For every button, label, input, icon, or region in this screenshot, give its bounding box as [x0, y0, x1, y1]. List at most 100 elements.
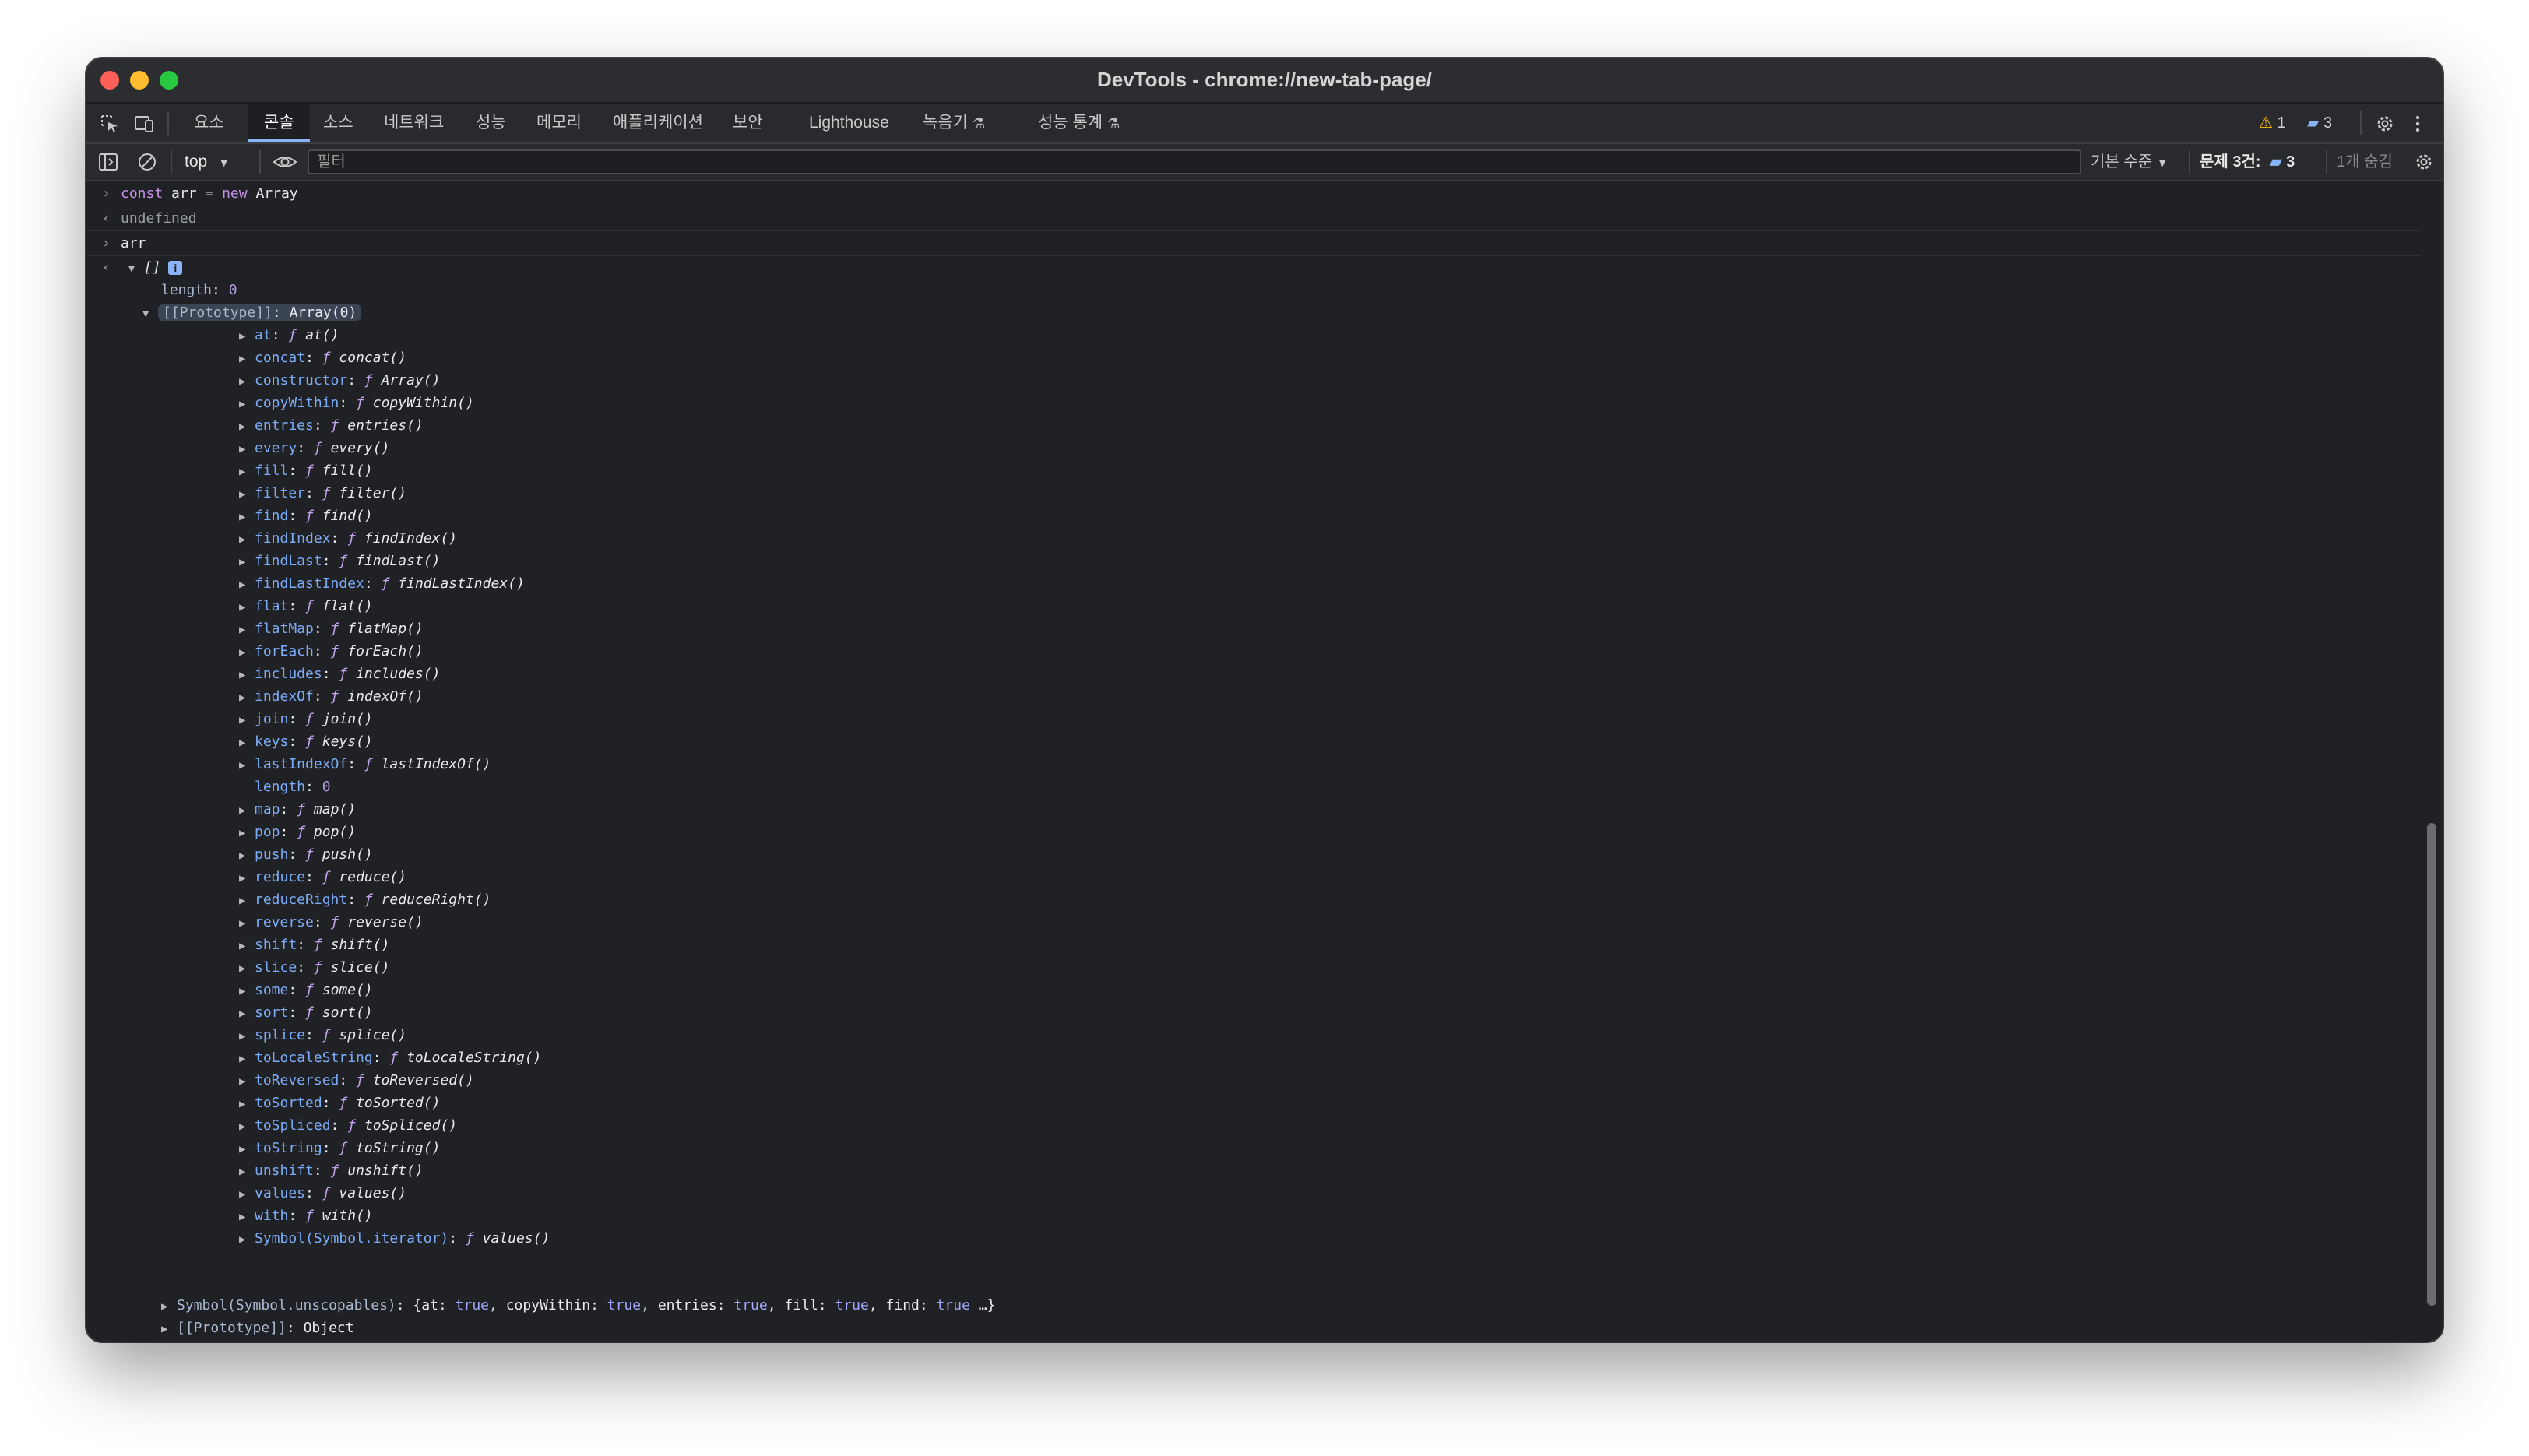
tab-lighthouse[interactable]: Lighthouse: [809, 104, 889, 142]
prototype-method-row[interactable]: ▶ Symbol(Symbol.iterator): ƒ values(): [239, 1227, 550, 1250]
function-signature: Array(): [381, 372, 441, 389]
javascript-context-select[interactable]: top ▼: [185, 149, 230, 175]
messages-counter[interactable]: ▰ 3: [2307, 111, 2332, 135]
tab-performance-insights[interactable]: 성능 통계 ⚗: [1038, 104, 1120, 142]
property-key: findLastIndex: [255, 575, 364, 592]
prototype-method-row[interactable]: ▶ entries: ƒ entries(): [239, 414, 424, 437]
prototype-method-row[interactable]: ▶ find: ƒ find(): [239, 505, 373, 527]
prototype-method-row[interactable]: ▶ map: ƒ map(): [239, 798, 356, 821]
prototype-method-row[interactable]: ▶ reverse: ƒ reverse(): [239, 911, 424, 934]
property-key: forEach: [255, 643, 314, 659]
collapsed-triangle-icon: ▶: [239, 804, 246, 817]
prototype-method-row[interactable]: ▶ sort: ƒ sort(): [239, 1001, 373, 1024]
prototype-method-row[interactable]: ▶ fill: ƒ fill(): [239, 459, 373, 482]
prototype-tag: [[Prototype]]: Array(0): [158, 304, 362, 321]
prototype-method-row[interactable]: ▶ indexOf: ƒ indexOf(): [239, 685, 424, 708]
inspect-element-icon[interactable]: [99, 113, 121, 135]
tab-network[interactable]: 네트워크: [384, 104, 444, 142]
tab-elements[interactable]: 요소: [194, 104, 224, 142]
prototype-method-row[interactable]: ▶ findIndex: ƒ findIndex(): [239, 527, 457, 550]
prototype-method-row[interactable]: ▶ includes: ƒ includes(): [239, 663, 440, 685]
prototype-method-row[interactable]: ▶ shift: ƒ shift(): [239, 934, 389, 956]
function-symbol: ƒ: [339, 553, 348, 569]
object-prototype-row[interactable]: ▶ [[Prototype]]: Object: [161, 1317, 354, 1339]
warnings-counter[interactable]: ⚠ 1: [2259, 111, 2286, 135]
collapsed-triangle-icon: ▶: [239, 1188, 246, 1201]
prototype-method-row[interactable]: ▶ concat: ƒ concat(): [239, 346, 406, 369]
prototype-method-row[interactable]: ▶ toLocaleString: ƒ toLocaleString(): [239, 1046, 541, 1069]
prototype-method-row[interactable]: ▶ findLast: ƒ findLast(): [239, 550, 440, 572]
prototype-method-row[interactable]: ▶ copyWithin: ƒ copyWithin(): [239, 392, 474, 414]
function-signature: slice(): [330, 959, 390, 976]
prototype-method-row[interactable]: ▶ reduce: ƒ reduce(): [239, 866, 406, 888]
issues-label: 문제 3건:: [2200, 153, 2261, 171]
live-expression-eye-icon[interactable]: [272, 151, 298, 173]
property-key: findIndex: [255, 530, 331, 547]
chevron-down-icon: ▼: [2156, 157, 2168, 170]
prototype-method-row[interactable]: ▶ values: ƒ values(): [239, 1182, 406, 1205]
prototype-method-row[interactable]: ▶ toReversed: ƒ toReversed(): [239, 1069, 474, 1092]
issues-button[interactable]: 문제 3건: ▰ 3: [2200, 149, 2295, 175]
property-key: reduce: [255, 869, 306, 885]
prototype-method-row[interactable]: ▶ keys: ƒ keys(): [239, 730, 373, 753]
prototype-method-row[interactable]: ▶ toSpliced: ƒ toSpliced(): [239, 1114, 457, 1137]
prototype-method-row[interactable]: ▶ with: ƒ with(): [239, 1205, 373, 1227]
console-scrollbar-thumb[interactable]: [2427, 823, 2436, 1306]
prototype-method-row[interactable]: ▶ reduceRight: ƒ reduceRight(): [239, 888, 491, 911]
prototype-method-row[interactable]: ▶ unshift: ƒ unshift(): [239, 1159, 424, 1182]
console-input-entry[interactable]: › const arr = new Array: [86, 181, 2421, 206]
clear-console-icon[interactable]: [136, 151, 158, 173]
prototype-method-row[interactable]: ▶ splice: ƒ splice(): [239, 1024, 406, 1046]
prototype-method-row[interactable]: ▶ slice: ƒ slice(): [239, 956, 389, 979]
prototype-method-row[interactable]: ▶ at: ƒ at(): [239, 324, 339, 346]
device-toolbar-icon[interactable]: [133, 113, 155, 135]
prototype-method-row[interactable]: ▶ toSorted: ƒ toSorted(): [239, 1092, 440, 1114]
tab-security[interactable]: 보안: [733, 104, 763, 142]
console-input-entry[interactable]: › arr: [86, 231, 2421, 256]
property-key: reverse: [255, 914, 314, 930]
tab-application[interactable]: 애플리케이션: [613, 104, 703, 142]
prototype-method-row[interactable]: ▶ lastIndexOf: ƒ lastIndexOf(): [239, 753, 491, 775]
prototype-row[interactable]: ▼ [[Prototype]]: Array(0): [142, 301, 362, 324]
tab-console[interactable]: 콘솔: [248, 104, 310, 142]
prototype-method-row[interactable]: ▶ some: ƒ some(): [239, 979, 373, 1001]
prototype-method-row[interactable]: ▶ flat: ƒ flat(): [239, 595, 373, 617]
prototype-method-row[interactable]: ▶ findLastIndex: ƒ findLastIndex(): [239, 572, 525, 595]
prototype-method-row[interactable]: ▶ pop: ƒ pop(): [239, 821, 356, 843]
prototype-method-row[interactable]: ▶ every: ƒ every(): [239, 437, 389, 459]
prototype-method-row[interactable]: ▶ flatMap: ƒ flatMap(): [239, 617, 424, 640]
collapsed-triangle-icon: ▶: [239, 1030, 246, 1043]
object-ellipsis: …}: [978, 1297, 996, 1314]
settings-gear-icon[interactable]: [2374, 113, 2396, 135]
show-sidebar-icon[interactable]: [97, 151, 119, 173]
filter-input[interactable]: [308, 149, 2081, 174]
log-levels-select[interactable]: 기본 수준 ▼: [2091, 149, 2168, 175]
tab-performance[interactable]: 성능: [476, 104, 506, 142]
more-options-icon[interactable]: [2407, 113, 2429, 135]
property-key: [[Prototype]]: [163, 304, 273, 321]
collapsed-triangle-icon: ▶: [239, 330, 246, 343]
property-key: flatMap: [255, 621, 314, 637]
function-signature: sort(): [322, 1004, 373, 1021]
console-settings-gear-icon[interactable]: [2413, 151, 2435, 173]
tab-memory[interactable]: 메모리: [536, 104, 582, 142]
prototype-method-row[interactable]: ▶ push: ƒ push(): [239, 843, 373, 866]
function-signature: at(): [305, 327, 339, 343]
prototype-method-row[interactable]: ▶ forEach: ƒ forEach(): [239, 640, 424, 663]
property-key: slice: [255, 959, 297, 976]
tab-recorder[interactable]: 녹음기 ⚗: [923, 104, 985, 142]
prototype-method-row[interactable]: ▶ filter: ƒ filter(): [239, 482, 406, 505]
property-key: shift: [255, 937, 297, 953]
prototype-method-row[interactable]: ▶ toString: ƒ toString(): [239, 1137, 440, 1159]
property-row-unscopables[interactable]: ▶ Symbol(Symbol.unscopables): {at: true, …: [161, 1294, 995, 1317]
function-signature: toSorted(): [356, 1095, 441, 1111]
console-result-entry: ‹ undefined: [86, 206, 2421, 231]
prototype-method-row[interactable]: ▶ constructor: ƒ Array(): [239, 369, 440, 392]
prototype-method-row[interactable]: ▶ join: ƒ join(): [239, 708, 373, 730]
tab-sources[interactable]: 소스: [323, 104, 353, 142]
array-result-row[interactable]: ‹ ▼ [] i: [102, 256, 183, 279]
property-key: flat: [255, 598, 289, 614]
collapsed-triangle-icon: ▶: [239, 488, 246, 501]
collapsed-triangle-icon: ▶: [239, 556, 246, 568]
log-levels-label: 기본 수준: [2091, 153, 2153, 171]
